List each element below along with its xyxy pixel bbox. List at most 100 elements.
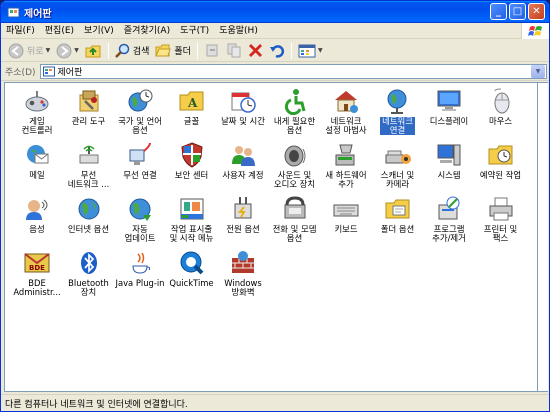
control-panel-item[interactable]: 무선 네트워크 ... — [62, 140, 116, 189]
control-panel-item-label: 키보드 — [334, 224, 358, 234]
windows-logo-icon — [521, 23, 549, 39]
control-panel-item[interactable]: Java Plug-in — [113, 248, 167, 288]
control-panel-item-label: Java Plug-in — [115, 278, 165, 288]
control-panel-item[interactable]: 관리 도구 — [62, 86, 116, 126]
control-panel-item[interactable]: A 글꼴 — [165, 86, 219, 126]
hardware-icon — [331, 140, 361, 170]
forward-button[interactable]: ▼ — [53, 41, 82, 61]
minimize-button[interactable]: _ — [490, 3, 507, 20]
control-panel-item-label: 무선 연결 — [123, 170, 157, 180]
menu-favorites[interactable]: 즐겨찾기(A) — [119, 23, 175, 39]
shield-icon — [177, 140, 207, 170]
control-panel-item[interactable]: BDE BDE Administr... — [10, 248, 64, 297]
views-dropdown-icon: ▼ — [317, 47, 323, 54]
control-panel-item[interactable]: 전원 옵션 — [216, 194, 270, 234]
control-panel-item[interactable]: 마우스 — [474, 86, 528, 126]
menu-help[interactable]: 도움말(H) — [214, 23, 263, 39]
wireless-network-icon — [74, 140, 104, 170]
bluetooth-icon — [74, 248, 104, 278]
toolbar-separator — [196, 42, 198, 59]
forward-arrow-icon — [56, 43, 72, 58]
control-panel-item[interactable]: 새 하드웨어 추가 — [319, 140, 373, 189]
network-globe-icon — [383, 86, 413, 116]
undo-button[interactable] — [266, 41, 288, 61]
svg-text:BDE: BDE — [29, 264, 45, 272]
control-panel-item[interactable]: Windows 방화벽 — [216, 248, 270, 297]
menu-tools[interactable]: 도구(T) — [175, 23, 214, 39]
control-panel-item[interactable]: 메일 — [10, 140, 64, 180]
control-panel-item[interactable]: 네트워크 연결 — [371, 86, 425, 136]
control-panel-item[interactable]: 작업 표시줄 및 시작 메뉴 — [165, 194, 219, 243]
control-panel-item[interactable]: 국가 및 언어 옵션 — [113, 86, 167, 135]
menu-file[interactable]: 파일(F) — [1, 23, 40, 39]
quicktime-icon — [177, 248, 207, 278]
move-to-button[interactable] — [201, 41, 223, 61]
maximize-button[interactable]: □ — [509, 3, 526, 20]
menu-view[interactable]: 보기(V) — [79, 23, 119, 39]
control-panel-item-label: QuickTime — [169, 278, 214, 288]
search-button[interactable]: 검색 — [112, 41, 153, 61]
menu-bar: 파일(F) 편집(E) 보기(V) 즐겨찾기(A) 도구(T) 도움말(H) — [1, 23, 549, 39]
up-folder-button[interactable] — [82, 41, 105, 61]
control-panel-item-label: 네트워크 설정 마법사 — [325, 116, 367, 136]
address-dropdown-icon[interactable]: ▼ — [531, 65, 545, 78]
control-panel-icon — [6, 5, 20, 19]
control-panel-item[interactable]: 시스템 — [422, 140, 476, 180]
control-panel-item[interactable]: 스캐너 및 카메라 — [371, 140, 425, 189]
control-panel-item[interactable]: 프린터 및 팩스 — [474, 194, 528, 243]
control-panel-item[interactable]: 게임 컨트롤러 — [10, 86, 64, 135]
control-panel-item[interactable]: 내게 필요한 옵션 — [268, 86, 322, 135]
control-panel-item[interactable]: 예약된 작업 — [474, 140, 528, 180]
control-panel-item-label: 예약된 작업 — [479, 170, 522, 180]
control-panel-item[interactable]: Bluetooth 장치 — [62, 248, 116, 297]
folders-button[interactable]: 폴더 — [152, 41, 194, 61]
control-panel-item[interactable]: 보안 센터 — [165, 140, 219, 180]
svg-text:A: A — [187, 96, 198, 110]
delete-button[interactable] — [245, 41, 266, 61]
control-panel-item[interactable]: 음성 — [10, 194, 64, 234]
scanner-icon — [383, 140, 413, 170]
control-panel-item-label: 디스플레이 — [429, 116, 469, 126]
back-button[interactable]: 뒤로 ▼ — [5, 41, 53, 61]
update-globe-icon — [125, 194, 155, 224]
control-panel-item[interactable]: 키보드 — [319, 194, 373, 234]
control-panel-item[interactable]: 사용자 계정 — [216, 140, 270, 180]
control-panel-item-label: 관리 도구 — [71, 116, 106, 126]
control-panel-item-label: 스캐너 및 카메라 — [380, 170, 415, 190]
control-panel-item[interactable]: 프로그램 추가/제거 — [422, 194, 476, 243]
control-panel-item[interactable]: 날짜 및 시간 — [216, 86, 270, 126]
control-panel-item-label: 작업 표시줄 및 시작 메뉴 — [169, 224, 214, 244]
control-panel-item[interactable]: 폴더 옵션 — [371, 194, 425, 234]
firewall-icon — [228, 248, 258, 278]
up-folder-icon — [85, 45, 101, 57]
control-panel-item[interactable]: 인터넷 옵션 — [62, 194, 116, 234]
folders-icon — [155, 44, 172, 57]
control-panel-item[interactable]: 무선 연결 — [113, 140, 167, 180]
close-button[interactable]: ✕ — [528, 3, 545, 20]
phone-icon — [280, 194, 310, 224]
address-field[interactable]: 제어판 ▼ — [39, 64, 547, 79]
toolbar-separator — [290, 42, 292, 59]
address-control-panel-icon — [42, 66, 55, 77]
control-panel-item-label: 네트워크 연결 — [380, 116, 415, 136]
power-icon — [228, 194, 258, 224]
control-panel-item[interactable]: 사운드 및 오디오 장치 — [268, 140, 322, 189]
printer-icon — [486, 194, 516, 224]
control-panel-item-label: Windows 방화벽 — [224, 278, 262, 298]
menu-edit[interactable]: 편집(E) — [40, 23, 79, 39]
control-panel-item[interactable]: 네트워크 설정 마법사 — [319, 86, 373, 135]
control-panel-item[interactable]: 디스플레이 — [422, 86, 476, 126]
copy-to-button[interactable] — [223, 41, 245, 61]
control-panel-item[interactable]: QuickTime — [165, 248, 219, 288]
title-bar[interactable]: 제어판 _ □ ✕ — [1, 1, 549, 23]
vertical-scrollbar-area — [538, 82, 548, 392]
control-panel-item-label: 내게 필요한 옵션 — [273, 116, 316, 136]
internet-globe-icon — [74, 194, 104, 224]
accessibility-icon — [280, 86, 310, 116]
undo-icon — [269, 45, 284, 58]
control-panel-item[interactable]: 전화 및 모뎀 옵션 — [268, 194, 322, 243]
control-panel-item[interactable]: 자동 업데이트 — [113, 194, 167, 243]
gamepad-icon — [22, 86, 52, 116]
control-panel-item-label: 전원 옵션 — [226, 224, 260, 234]
views-button[interactable]: ▼ — [295, 41, 326, 61]
